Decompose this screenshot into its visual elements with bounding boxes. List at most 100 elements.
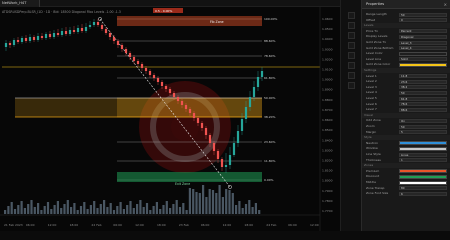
- candle-body: [252, 87, 256, 97]
- volume-bar: [172, 204, 175, 214]
- panel-section-header[interactable]: Levels: [362, 23, 450, 29]
- candle-body: [128, 53, 132, 57]
- volume-bar: [27, 204, 30, 214]
- property-value-field[interactable]: 0: [399, 18, 447, 23]
- property-label: Gold Zone Bottom: [366, 45, 394, 50]
- property-row: Premium: [362, 169, 450, 174]
- volume-bar: [251, 207, 254, 214]
- property-row: Level 5 61.8: [362, 96, 450, 101]
- line-tool-icon[interactable]: [348, 22, 355, 29]
- property-value-field[interactable]: Diagonal: [399, 34, 447, 39]
- color-swatch[interactable]: [399, 62, 447, 67]
- property-value-field[interactable]: Lines: [399, 152, 447, 157]
- volume-bar: [129, 201, 132, 214]
- candle-body: [8, 43, 12, 45]
- volume-bar: [10, 202, 13, 214]
- color-swatch[interactable]: [399, 141, 447, 146]
- measure-tool-icon[interactable]: [348, 62, 355, 69]
- property-value-field[interactable]: 78.6: [399, 102, 447, 107]
- premium-zone-text: Fib Zone: [210, 20, 224, 24]
- discount-zone: [117, 172, 262, 182]
- candle-body: [144, 68, 148, 71]
- volume-bar: [33, 207, 36, 214]
- property-label: Line Style: [366, 152, 381, 156]
- price-axis-label: 1.8300: [322, 148, 333, 152]
- property-value-field[interactable]: 80: [399, 186, 447, 191]
- property-value-field[interactable]: 61.8: [399, 96, 447, 101]
- volume-bar: [70, 207, 73, 214]
- property-value-field[interactable]: Percent: [399, 29, 447, 34]
- candle-body: [220, 159, 224, 167]
- text-tool-icon[interactable]: [348, 42, 355, 49]
- property-value-field[interactable]: 50: [399, 90, 447, 95]
- candle-body: [176, 97, 180, 101]
- panel-section-header[interactable]: Visual: [362, 112, 450, 118]
- price-axis-label: 1.8900: [322, 88, 333, 92]
- panel-section-header[interactable]: Style: [362, 135, 450, 141]
- color-swatch[interactable]: [399, 51, 447, 56]
- fib-tool-icon[interactable]: [348, 32, 355, 39]
- property-value-field[interactable]: 6: [399, 191, 447, 196]
- candle-body: [96, 22, 100, 25]
- volume-bar: [112, 210, 116, 214]
- property-row: Line Style Lines: [362, 152, 450, 157]
- candle-body: [92, 22, 96, 25]
- time-axis-label: 24 Feb: [266, 223, 276, 227]
- property-label: Level Color: [366, 51, 383, 56]
- price-axis-label: 1.8800: [322, 98, 333, 102]
- color-swatch[interactable]: [399, 169, 447, 174]
- property-value-field[interactable]: 50: [399, 12, 447, 17]
- candle-body: [208, 135, 212, 143]
- time-axis-label: 22 Feb: [91, 223, 101, 227]
- candle-body: [136, 61, 140, 64]
- property-row: Margin 5: [362, 130, 450, 135]
- property-value-field[interactable]: 50: [399, 124, 447, 129]
- price-chart[interactable]: 1.9600 1.9500 1.9400 1.9300 1.9200 1.9100 1.90…: [0, 7, 340, 231]
- window-tab[interactable]: NetWork_H4T: [0, 0, 40, 7]
- property-value-field[interactable]: Level_4: [399, 46, 447, 51]
- fib-level-label: 23.60%: [264, 140, 276, 144]
- property-value-field[interactable]: 38.2: [399, 85, 447, 90]
- property-label: Window: [366, 146, 378, 151]
- candle-body: [72, 30, 76, 32]
- candle-body: [256, 77, 260, 87]
- property-row: Thickness 1: [362, 158, 450, 163]
- color-swatch[interactable]: [399, 174, 447, 179]
- candle-body: [140, 64, 144, 68]
- time-axis-label: 12:00: [135, 223, 144, 227]
- candle-body: [4, 43, 8, 47]
- fib-level-label: 100.00%: [264, 17, 277, 21]
- property-value-field[interactable]: 88.6: [399, 107, 447, 112]
- close-icon[interactable]: ×: [444, 0, 447, 9]
- volume-bar: [225, 189, 228, 214]
- chart-area[interactable]: ATDSRUSDPerp.BLSR_I1D · 1D · Bid: 18500 …: [0, 7, 340, 231]
- property-value-field[interactable]: 11.8: [399, 74, 447, 79]
- panel-section-header[interactable]: Settings: [362, 68, 450, 73]
- trash-tool-icon[interactable]: [348, 82, 355, 89]
- property-value-field[interactable]: 1: [399, 158, 447, 163]
- property-value-field[interactable]: Solid: [399, 57, 447, 62]
- volume-bar: [106, 207, 109, 214]
- shape-tool-icon[interactable]: [348, 52, 355, 59]
- panel-section-header[interactable]: Zones: [362, 163, 450, 169]
- property-value-field[interactable]: On: [399, 118, 447, 123]
- price-axis-label: 1.7800: [322, 199, 333, 203]
- drawing-toolbar: [340, 0, 361, 231]
- color-swatch[interactable]: [399, 146, 447, 151]
- volume-bar: [155, 202, 158, 214]
- property-value-field[interactable]: Level_3: [399, 40, 447, 45]
- property-label: Neutron: [366, 140, 379, 145]
- price-axis-label: 1.9500: [322, 27, 333, 31]
- property-row: Level 4 50: [362, 90, 450, 95]
- volume-bar: [136, 204, 139, 214]
- color-swatch[interactable]: [399, 180, 447, 185]
- time-axis-label: 23 Feb: [179, 223, 189, 227]
- cursor-tool-icon[interactable]: [348, 12, 355, 19]
- property-label: Zoom: [366, 124, 375, 128]
- property-value-field[interactable]: 5: [399, 130, 447, 135]
- zoom-tool-icon[interactable]: [348, 72, 355, 79]
- time-axis-label: 18:00: [70, 223, 79, 227]
- candle-body: [76, 28, 80, 32]
- volume-bar: [202, 185, 205, 214]
- property-value-field[interactable]: 23.6: [399, 79, 447, 84]
